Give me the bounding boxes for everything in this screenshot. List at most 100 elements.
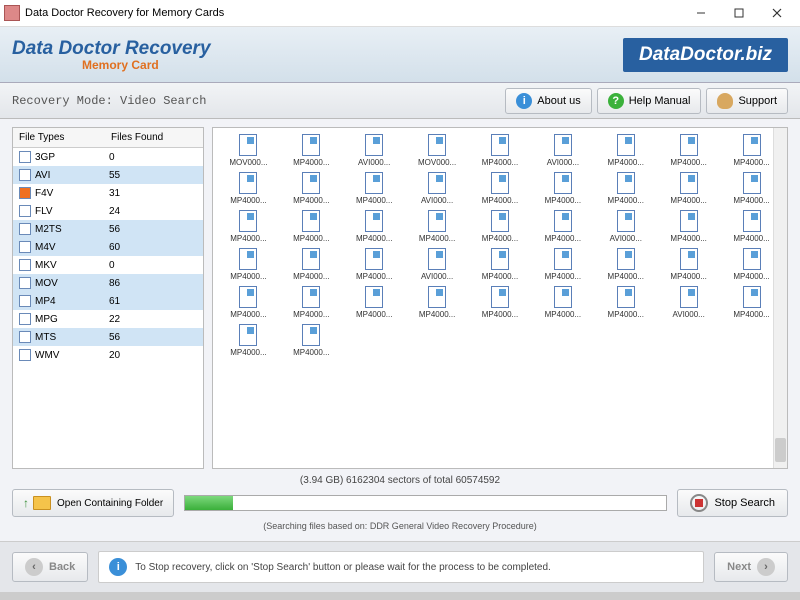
file-thumb-icon xyxy=(554,286,572,308)
chevron-left-icon: ‹ xyxy=(25,558,43,576)
file-type-row[interactable]: M4V60 xyxy=(13,238,203,256)
file-thumb-icon xyxy=(365,172,383,194)
file-item[interactable]: MP4000... xyxy=(471,170,530,208)
filetype-count: 0 xyxy=(109,260,149,271)
file-item[interactable]: MP4000... xyxy=(659,170,718,208)
filetype-count: 22 xyxy=(109,314,149,325)
filetype-name: MPG xyxy=(35,314,109,325)
file-item[interactable]: MP4000... xyxy=(596,246,655,284)
file-item[interactable]: AVI000... xyxy=(408,246,467,284)
file-label: MP4000... xyxy=(659,158,718,167)
file-item[interactable]: MP4000... xyxy=(219,246,278,284)
file-thumb-icon xyxy=(365,286,383,308)
file-item[interactable]: MP4000... xyxy=(596,170,655,208)
file-type-row[interactable]: FLV24 xyxy=(13,202,203,220)
file-item[interactable]: MP4000... xyxy=(659,208,718,246)
filetype-name: MP4 xyxy=(35,296,109,307)
col-file-types[interactable]: File Types xyxy=(19,132,111,143)
file-item[interactable]: MP4000... xyxy=(345,284,404,322)
file-item[interactable]: MP4000... xyxy=(219,208,278,246)
file-item[interactable]: MP4000... xyxy=(533,246,592,284)
file-label: MP4000... xyxy=(533,196,592,205)
stop-search-button[interactable]: Stop Search xyxy=(677,489,788,517)
file-item[interactable]: MP4000... xyxy=(471,284,530,322)
file-item[interactable]: MP4000... xyxy=(533,170,592,208)
help-manual-button[interactable]: ? Help Manual xyxy=(597,88,702,114)
open-containing-folder-button[interactable]: ↑ Open Containing Folder xyxy=(12,489,174,517)
filetype-icon xyxy=(19,295,31,307)
file-item[interactable]: MP4000... xyxy=(345,208,404,246)
filetype-name: MOV xyxy=(35,278,109,289)
app-icon xyxy=(4,5,20,21)
file-thumb-icon xyxy=(743,286,761,308)
files-grid: MOV000...MP4000...AVI000...MOV000...MP40… xyxy=(213,128,787,364)
file-thumb-icon xyxy=(365,248,383,270)
file-label: MP4000... xyxy=(219,196,278,205)
file-type-row[interactable]: AVI55 xyxy=(13,166,203,184)
info-icon: i xyxy=(516,93,532,109)
scrollbar[interactable] xyxy=(773,128,787,468)
filetype-name: FLV xyxy=(35,206,109,217)
file-thumb-icon xyxy=(617,248,635,270)
file-item[interactable]: MP4000... xyxy=(282,284,341,322)
file-type-row[interactable]: MOV86 xyxy=(13,274,203,292)
file-item[interactable]: AVI000... xyxy=(408,170,467,208)
file-item[interactable]: MP4000... xyxy=(596,284,655,322)
file-item[interactable]: MP4000... xyxy=(471,132,530,170)
file-label: MP4000... xyxy=(659,196,718,205)
file-item[interactable]: MP4000... xyxy=(471,208,530,246)
file-item[interactable]: AVI000... xyxy=(533,132,592,170)
file-item[interactable]: MP4000... xyxy=(345,170,404,208)
file-item[interactable]: MP4000... xyxy=(282,246,341,284)
filetype-name: M2TS xyxy=(35,224,109,235)
file-item[interactable]: MP4000... xyxy=(219,322,278,360)
file-item[interactable]: MP4000... xyxy=(533,284,592,322)
file-thumb-icon xyxy=(365,210,383,232)
col-files-found[interactable]: Files Found xyxy=(111,132,197,143)
filetype-count: 24 xyxy=(109,206,149,217)
back-button[interactable]: ‹ Back xyxy=(12,552,88,582)
file-type-row[interactable]: WMV20 xyxy=(13,346,203,364)
file-thumb-icon xyxy=(302,248,320,270)
file-thumb-icon xyxy=(428,210,446,232)
file-item[interactable]: AVI000... xyxy=(596,208,655,246)
file-type-row[interactable]: M2TS56 xyxy=(13,220,203,238)
file-type-row[interactable]: 3GP0 xyxy=(13,148,203,166)
file-item[interactable]: MOV000... xyxy=(408,132,467,170)
file-item[interactable]: MP4000... xyxy=(533,208,592,246)
maximize-button[interactable] xyxy=(720,1,758,25)
file-item[interactable]: AVI000... xyxy=(345,132,404,170)
file-item[interactable]: MP4000... xyxy=(408,208,467,246)
close-button[interactable] xyxy=(758,1,796,25)
support-button[interactable]: Support xyxy=(706,88,788,114)
file-item[interactable]: MOV000... xyxy=(219,132,278,170)
file-item[interactable]: MP4000... xyxy=(408,284,467,322)
file-item[interactable]: AVI000... xyxy=(659,284,718,322)
file-type-row[interactable]: MPG22 xyxy=(13,310,203,328)
about-us-button[interactable]: i About us xyxy=(505,88,591,114)
scroll-thumb[interactable] xyxy=(775,438,786,462)
file-label: MP4000... xyxy=(533,234,592,243)
file-item[interactable]: MP4000... xyxy=(345,246,404,284)
file-item[interactable]: MP4000... xyxy=(282,208,341,246)
file-item[interactable]: MP4000... xyxy=(282,170,341,208)
file-type-row[interactable]: MTS56 xyxy=(13,328,203,346)
next-button[interactable]: Next › xyxy=(714,552,788,582)
file-label: MP4000... xyxy=(219,234,278,243)
file-item[interactable]: MP4000... xyxy=(471,246,530,284)
file-thumb-icon xyxy=(428,286,446,308)
file-item[interactable]: MP4000... xyxy=(659,132,718,170)
file-item[interactable]: MP4000... xyxy=(219,170,278,208)
file-thumb-icon xyxy=(239,324,257,346)
file-item[interactable]: MP4000... xyxy=(282,322,341,360)
file-type-row[interactable]: MKV0 xyxy=(13,256,203,274)
file-item[interactable]: MP4000... xyxy=(596,132,655,170)
file-item[interactable]: MP4000... xyxy=(659,246,718,284)
file-item[interactable]: MP4000... xyxy=(282,132,341,170)
file-label: MOV000... xyxy=(408,158,467,167)
file-item[interactable]: MP4000... xyxy=(219,284,278,322)
file-type-row[interactable]: MP461 xyxy=(13,292,203,310)
file-type-row[interactable]: F4V31 xyxy=(13,184,203,202)
file-label: MP4000... xyxy=(471,196,530,205)
minimize-button[interactable] xyxy=(682,1,720,25)
